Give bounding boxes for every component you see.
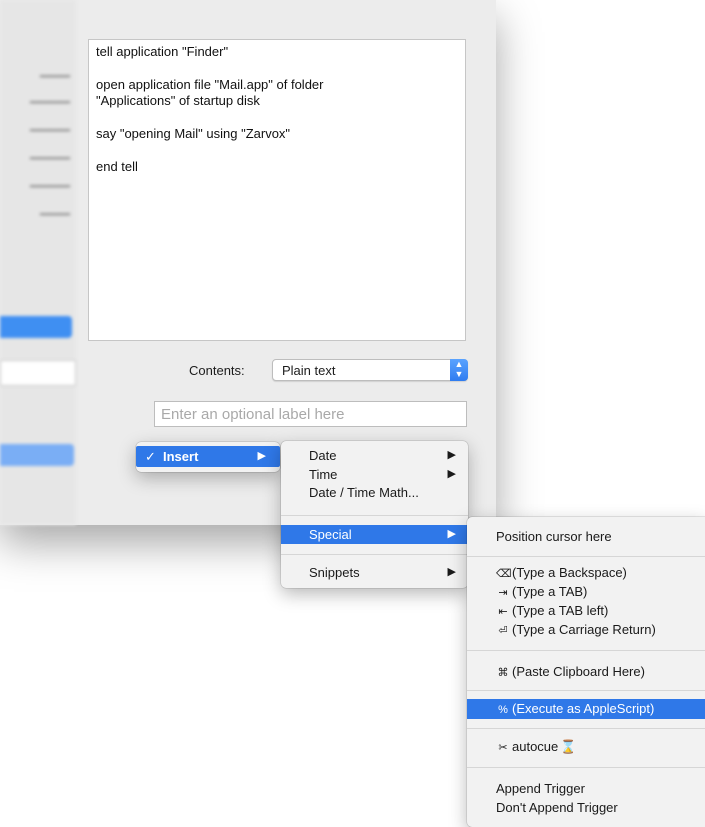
- menu-separator: [467, 767, 705, 768]
- sidebar-item[interactable]: ▁▁▁▁: [0, 144, 76, 160]
- menu-item-type-backspace[interactable]: ⌫(Type a Backspace): [467, 563, 705, 582]
- scissors-icon: ✂: [498, 742, 508, 754]
- menu-separator: [467, 650, 705, 651]
- sidebar-item[interactable]: ▁▁▁: [0, 62, 76, 78]
- menu-item-label: Special: [309, 527, 352, 542]
- sidebar-button[interactable]: [0, 316, 72, 338]
- label-input[interactable]: [155, 402, 466, 426]
- menu-item-date[interactable]: Date ▶: [281, 446, 468, 465]
- insert-submenu: Date ▶ Time ▶ Date / Time Math... Specia…: [281, 441, 468, 588]
- menu-item-label: (Execute as AppleScript): [512, 701, 655, 716]
- menu-separator: [467, 728, 705, 729]
- menu-item-label: (Type a TAB): [512, 584, 588, 599]
- sidebar-item[interactable]: ▁▁▁: [0, 200, 76, 216]
- menu-separator: [467, 556, 705, 557]
- sidebar-item[interactable]: ▁▁▁▁: [0, 172, 76, 188]
- sidebar-select[interactable]: [0, 444, 74, 466]
- menu-item-label: Snippets: [309, 565, 360, 580]
- script-editor[interactable]: tell application "Finder" open applicati…: [88, 39, 466, 341]
- menu-item-label: Date / Time Math...: [309, 485, 419, 500]
- menu-item-label: (Type a TAB left): [512, 603, 609, 618]
- return-icon: ⏎: [498, 625, 508, 637]
- menu-item-label: (Type a Carriage Return): [512, 622, 656, 637]
- submenu-arrow-icon: ▶: [257, 450, 266, 462]
- menu-item-time[interactable]: Time ▶: [281, 465, 468, 484]
- sidebar-item[interactable]: ▁▁▁▁: [0, 116, 76, 132]
- sidebar-field[interactable]: [0, 360, 76, 386]
- script-line: end tell: [96, 159, 138, 174]
- contents-label: Contents:: [189, 363, 245, 378]
- menu-item-label: autocue: [512, 739, 559, 754]
- menu-item-autocue[interactable]: ✂ autocue ⌛: [467, 737, 705, 756]
- menu-item-label: (Paste Clipboard Here): [512, 664, 645, 679]
- submenu-arrow-icon: ▶: [447, 449, 456, 461]
- menu-item-label: (Type a Backspace): [512, 565, 627, 580]
- menu-item-position-cursor[interactable]: Position cursor here: [467, 527, 705, 546]
- percent-icon: %: [498, 704, 508, 716]
- blurred-sidebar: ▁▁▁ ▁▁▁▁ ▁▁▁▁ ▁▁▁▁ ▁▁▁▁ ▁▁▁: [0, 0, 76, 525]
- menu-item-label: Insert: [163, 449, 199, 464]
- menu-item-paste-clipboard[interactable]: ⌘ (Paste Clipboard Here): [467, 662, 705, 681]
- submenu-arrow-icon: ▶: [447, 468, 456, 480]
- menu-item-date-time-math[interactable]: Date / Time Math...: [281, 483, 468, 502]
- menu-item-label: Position cursor here: [496, 529, 612, 544]
- submenu-arrow-icon: ▶: [447, 566, 456, 578]
- menu-item-type-tab-left[interactable]: ⇤ (Type a TAB left): [467, 601, 705, 620]
- sidebar-item[interactable]: ▁▁▁▁: [0, 88, 76, 104]
- menu-item-append-trigger[interactable]: Append Trigger: [467, 779, 705, 798]
- insert-popup-menu: ✓ Insert ▶: [136, 442, 280, 472]
- hourglass-icon: ⌛: [560, 739, 577, 754]
- contents-select-value: Plain text: [282, 363, 336, 378]
- menu-separator: [467, 690, 705, 691]
- command-icon: ⌘: [497, 667, 509, 679]
- special-submenu: Position cursor here ⌫(Type a Backspace)…: [467, 517, 705, 827]
- submenu-arrow-icon: ▶: [447, 528, 456, 540]
- menu-item-label: Time: [309, 467, 338, 482]
- menu-item-label: Don't Append Trigger: [496, 800, 618, 815]
- select-stepper-icon: ▲ ▼: [450, 359, 468, 381]
- menu-item-type-carriage-return[interactable]: ⏎ (Type a Carriage Return): [467, 620, 705, 639]
- menu-item-label: Append Trigger: [496, 781, 585, 796]
- script-line: say "opening Mail" using "Zarvox": [96, 126, 291, 141]
- menu-item-dont-append-trigger[interactable]: Don't Append Trigger: [467, 798, 705, 817]
- menu-separator: [281, 515, 468, 516]
- menu-item-insert[interactable]: ✓ Insert ▶: [136, 446, 280, 467]
- checkmark-icon: ✓: [145, 449, 156, 464]
- menu-item-type-tab[interactable]: ⇥ (Type a TAB): [467, 582, 705, 601]
- menu-item-snippets[interactable]: Snippets ▶: [281, 563, 468, 582]
- menu-separator: [281, 554, 468, 555]
- contents-select[interactable]: Plain text ▲ ▼: [272, 359, 468, 381]
- label-field[interactable]: [154, 401, 467, 427]
- menu-item-label: Date: [309, 448, 337, 463]
- menu-item-special[interactable]: Special ▶: [281, 525, 468, 544]
- script-line: open application file "Mail.app" of fold…: [96, 77, 324, 108]
- script-line: tell application "Finder": [96, 44, 229, 59]
- menu-item-execute-applescript[interactable]: % (Execute as AppleScript): [467, 699, 705, 719]
